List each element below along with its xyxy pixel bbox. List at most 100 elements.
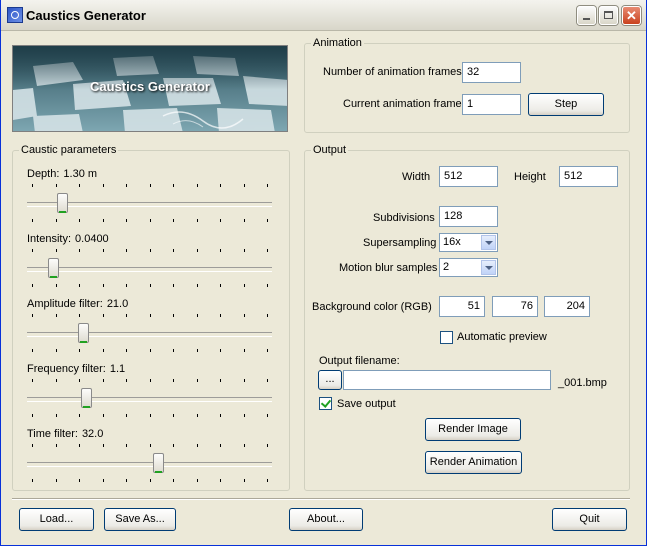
minimize-button[interactable] <box>577 6 596 25</box>
quit-button[interactable]: Quit <box>552 508 627 531</box>
slider-track[interactable] <box>27 267 272 272</box>
slider-tick <box>150 379 151 382</box>
slider-tick <box>56 414 57 417</box>
slider-label-text: Frequency filter: <box>27 363 106 375</box>
slider-tick <box>150 414 151 417</box>
step-button[interactable]: Step <box>528 93 604 116</box>
slider-thumb[interactable] <box>153 453 165 473</box>
slider-tick <box>173 349 174 352</box>
banner-title: Caustics Generator <box>90 79 210 94</box>
slider-tick <box>150 349 151 352</box>
logo-banner: Caustics Generator <box>12 45 288 132</box>
slider-tick <box>267 479 268 482</box>
slider-tick <box>220 414 221 417</box>
slider-tick <box>267 349 268 352</box>
background-color-label: Background color (RGB) <box>312 301 432 313</box>
slider-tick <box>103 249 104 252</box>
slider-tick <box>56 249 57 252</box>
bg-green-input[interactable]: 76 <box>492 296 538 317</box>
current-frame-input[interactable]: 1 <box>462 94 521 115</box>
chevron-down-icon[interactable] <box>481 260 496 275</box>
width-input[interactable]: 512 <box>439 166 498 187</box>
slider-tick <box>173 444 174 447</box>
slider-tick <box>197 249 198 252</box>
frames-label: Number of animation frames <box>323 66 462 78</box>
save-output-checkbox[interactable] <box>319 397 332 410</box>
slider-tick <box>32 184 33 187</box>
motion-blur-label: Motion blur samples <box>339 262 438 274</box>
slider-tick <box>220 314 221 317</box>
slider-tick <box>103 379 104 382</box>
slider-tick <box>220 284 221 287</box>
save-as-button[interactable]: Save As... <box>104 508 176 531</box>
title-bar[interactable]: Caustics Generator ✕ <box>1 0 646 31</box>
slider-tick <box>32 349 33 352</box>
slider-tick <box>267 249 268 252</box>
load-button[interactable]: Load... <box>19 508 94 531</box>
slider-tick <box>126 379 127 382</box>
slider-tick <box>32 479 33 482</box>
render-image-button[interactable]: Render Image <box>425 418 521 441</box>
height-input[interactable]: 512 <box>559 166 618 187</box>
slider-label: Intensity: 0.0400 <box>27 233 109 245</box>
slider-thumb[interactable] <box>57 193 69 213</box>
bg-red-input[interactable]: 51 <box>439 296 485 317</box>
slider-tick <box>103 479 104 482</box>
slider-track[interactable] <box>27 462 272 467</box>
maximize-button[interactable] <box>599 6 618 25</box>
browse-button[interactable]: ... <box>318 370 342 390</box>
slider-tick <box>79 219 80 222</box>
chevron-down-icon[interactable] <box>481 235 496 250</box>
about-button[interactable]: About... <box>289 508 363 531</box>
supersampling-select[interactable]: 16x <box>439 233 498 252</box>
supersampling-value: 16x <box>443 236 461 248</box>
frames-input[interactable]: 32 <box>462 62 521 83</box>
close-icon: ✕ <box>626 8 637 23</box>
animation-legend: Animation <box>313 37 362 49</box>
slider-tick <box>173 479 174 482</box>
slider-tick <box>173 314 174 317</box>
slider-track[interactable] <box>27 397 272 402</box>
slider-tick <box>173 284 174 287</box>
slider-tick <box>197 349 198 352</box>
automatic-preview-checkbox[interactable] <box>440 331 453 344</box>
slider-tick <box>32 219 33 222</box>
slider-track[interactable] <box>27 332 272 337</box>
slider-tick <box>267 414 268 417</box>
slider-value: 0.0400 <box>75 233 109 245</box>
slider-tick <box>103 444 104 447</box>
output-filename-input[interactable] <box>343 370 551 390</box>
slider-tick <box>79 314 80 317</box>
slider-tick <box>126 284 127 287</box>
motion-blur-value: 2 <box>443 261 450 273</box>
render-animation-button[interactable]: Render Animation <box>425 451 522 474</box>
bg-blue-input[interactable]: 204 <box>544 296 590 317</box>
slider-tick <box>79 479 80 482</box>
slider-tick <box>126 479 127 482</box>
slider-thumb[interactable] <box>48 258 60 278</box>
motion-blur-select[interactable]: 2 <box>439 258 498 277</box>
slider-thumb[interactable] <box>78 323 90 343</box>
slider-tick <box>173 379 174 382</box>
slider-tick <box>56 184 57 187</box>
slider-tick <box>197 184 198 187</box>
slider-label: Time filter: 32.0 <box>27 428 103 440</box>
slider-tick <box>32 414 33 417</box>
subdivisions-input[interactable]: 128 <box>439 206 498 227</box>
slider-tick <box>32 379 33 382</box>
close-button[interactable]: ✕ <box>622 6 641 25</box>
window-title: Caustics Generator <box>26 8 146 23</box>
slider-tick <box>103 314 104 317</box>
slider-tick <box>150 314 151 317</box>
slider-tick <box>126 184 127 187</box>
app-window: Caustics Generator ✕ Caustics Generator … <box>0 0 647 546</box>
slider-tick <box>56 444 57 447</box>
slider-tick <box>79 184 80 187</box>
slider-value: 21.0 <box>106 298 129 310</box>
animation-group: Animation <box>304 37 630 133</box>
slider-thumb[interactable] <box>80 388 92 408</box>
slider-tick <box>244 184 245 187</box>
slider-tick <box>150 444 151 447</box>
slider-tick <box>244 284 245 287</box>
slider-tick <box>103 219 104 222</box>
